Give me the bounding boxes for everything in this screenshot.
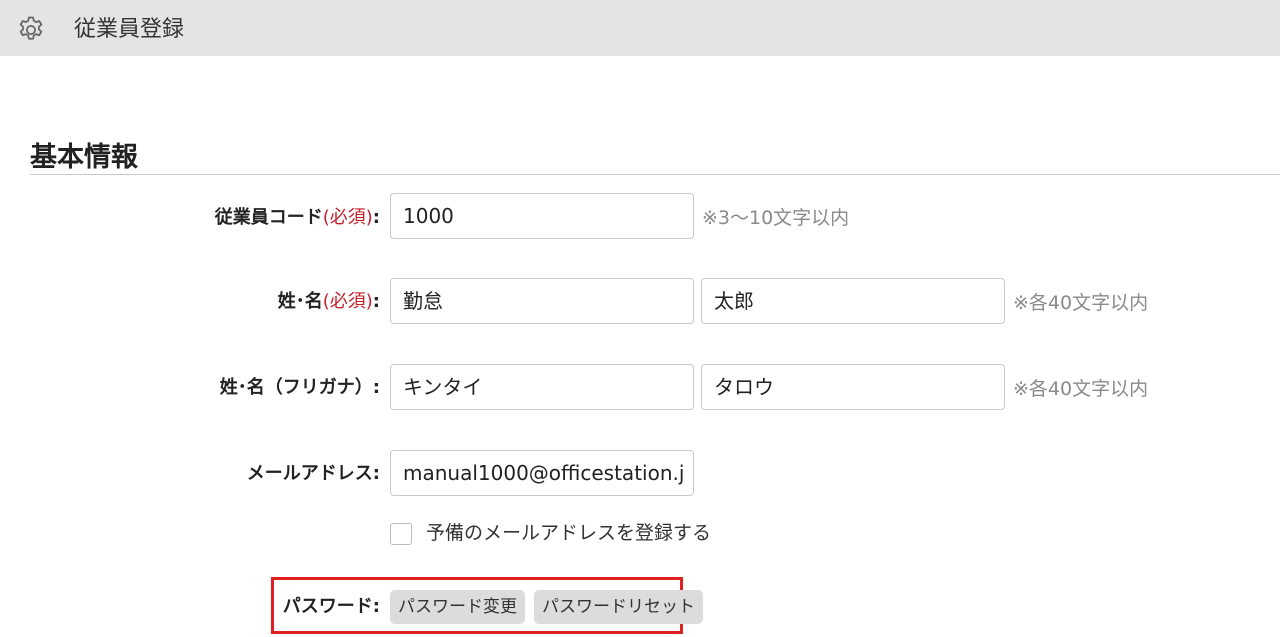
employee-code-hint: ※3～10文字以内 xyxy=(702,207,850,229)
employee-code-input[interactable]: 1000 xyxy=(390,193,694,239)
name-label-text: 姓･名 xyxy=(277,291,323,312)
required-mark: (必須) xyxy=(322,291,373,312)
last-name-kana-input[interactable]: キンタイ xyxy=(390,364,694,410)
top-bar: 従業員登録 xyxy=(0,0,1280,56)
first-name-input[interactable]: 太郎 xyxy=(701,278,1005,324)
page-title: 従業員登録 xyxy=(74,17,185,42)
label-colon: : xyxy=(372,207,380,228)
backup-email-label[interactable]: 予備のメールアドレスを登録する xyxy=(426,521,711,545)
required-mark: (必須) xyxy=(322,207,373,228)
employee-code-label: 従業員コード(必須): xyxy=(215,206,380,230)
gear-icon[interactable] xyxy=(16,15,46,45)
kana-label: 姓･名（フリガナ）: xyxy=(219,377,380,398)
section-divider xyxy=(30,174,1280,175)
change-password-button[interactable]: パスワード変更 xyxy=(390,590,525,624)
name-label: 姓･名(必須): xyxy=(278,290,380,314)
kana-hint: ※各40文字以内 xyxy=(1013,378,1149,400)
last-name-input[interactable]: 勤怠 xyxy=(390,278,694,324)
email-label: メールアドレス: xyxy=(246,463,380,484)
employee-code-label-text: 従業員コード xyxy=(214,207,323,228)
first-name-kana-input[interactable]: タロウ xyxy=(701,364,1005,410)
section-title: 基本情報 xyxy=(30,142,138,173)
email-input[interactable]: manual1000@officestation.j xyxy=(390,450,694,496)
label-colon: : xyxy=(372,291,380,312)
reset-password-button[interactable]: パスワードリセット xyxy=(534,590,703,624)
backup-email-checkbox[interactable] xyxy=(390,523,412,545)
password-label: パスワード: xyxy=(282,596,380,617)
name-hint: ※各40文字以内 xyxy=(1013,292,1149,314)
